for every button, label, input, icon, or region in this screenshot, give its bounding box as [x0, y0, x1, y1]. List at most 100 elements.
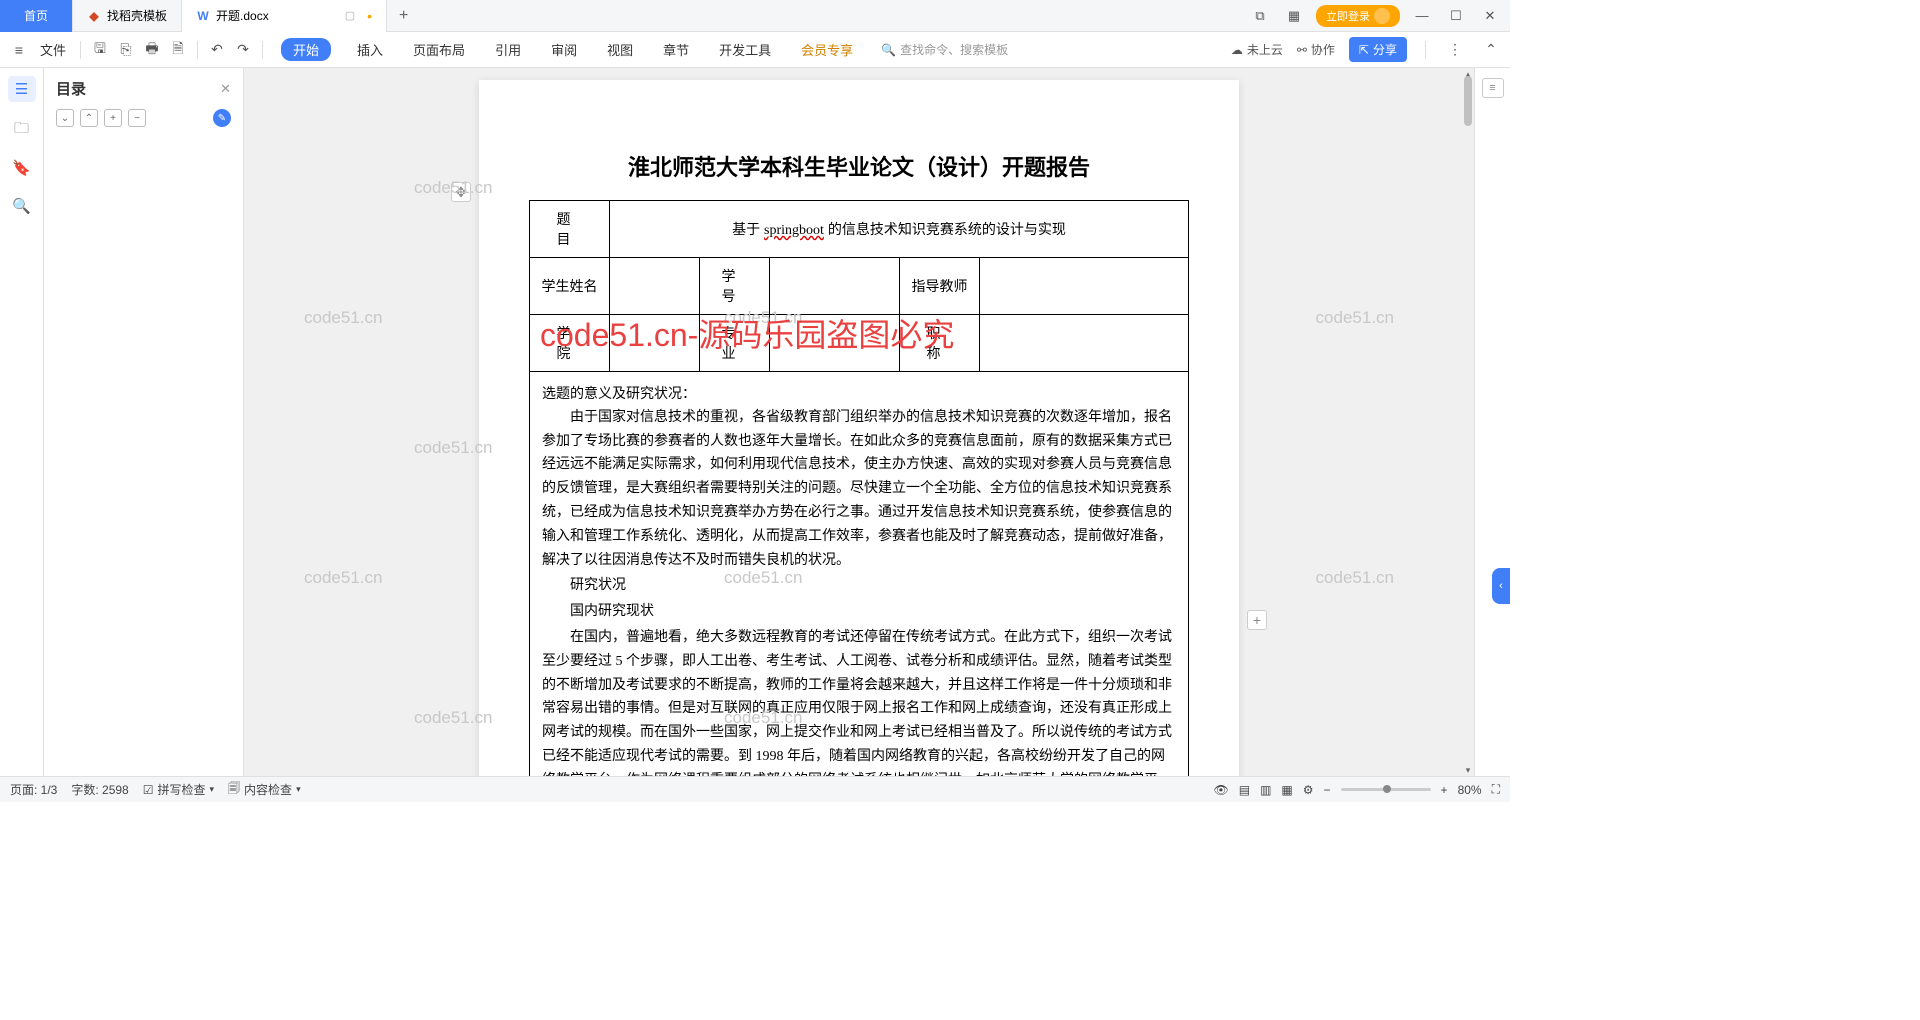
maximize-icon[interactable]: ☐ [1444, 6, 1468, 26]
view-outline-icon[interactable]: ▦ [1281, 783, 1292, 797]
share-label: 分享 [1373, 41, 1397, 58]
zoom-value[interactable]: 80% [1458, 783, 1482, 797]
table-row: 学 院 专 业 职 称 [530, 315, 1189, 372]
vertical-scrollbar[interactable]: ▴ ▾ [1462, 68, 1474, 776]
expand-all-icon[interactable]: ⌃ [80, 109, 98, 127]
status-bar: 页面: 1/3 字数: 2598 ☑ 拼写检查 ▾ 🗐 内容检查 ▾ 👁 ▤ ▥… [0, 776, 1510, 802]
menu-review[interactable]: 审阅 [547, 38, 581, 61]
collab-label: 协作 [1311, 41, 1335, 58]
status-content[interactable]: 🗐 内容检查 ▾ [228, 779, 301, 800]
minimize-icon[interactable]: — [1410, 6, 1434, 26]
share-button[interactable]: ⇱ 分享 [1349, 37, 1407, 62]
tab-template-label: 找稻壳模板 [107, 7, 167, 24]
cell-major-value [770, 315, 900, 372]
scroll-down-icon[interactable]: ▾ [1462, 764, 1474, 776]
separator [262, 41, 263, 59]
saveas-icon[interactable]: ⎘ [115, 39, 137, 61]
collapse-all-icon[interactable]: ⌄ [56, 109, 74, 127]
close-icon[interactable]: ✕ [1478, 6, 1502, 26]
collapse-icon[interactable]: ⌃ [1480, 39, 1502, 61]
tab-document-label: 开题.docx [216, 7, 269, 24]
menu-icon[interactable]: ≡ [8, 39, 30, 61]
menu-insert[interactable]: 插入 [353, 38, 387, 61]
separator [1425, 41, 1426, 59]
tab-document[interactable]: W 开题.docx ▢ • [182, 0, 387, 32]
cell-student-id-label: 学 号 [700, 258, 770, 315]
menu-layout[interactable]: 页面布局 [409, 38, 469, 61]
table-row: 选题的意义及研究状况： 由于国家对信息技术的重视，各省级教育部门组织举办的信息技… [530, 372, 1189, 777]
tab-template[interactable]: ◆ 找稻壳模板 [73, 0, 182, 32]
right-rail: ≡ [1474, 68, 1510, 776]
outline-icon[interactable]: ☰ [8, 76, 36, 102]
bookmark-icon[interactable]: 🔖 [12, 158, 32, 178]
body-subheading: 研究状况 [542, 574, 1176, 598]
redo-icon[interactable]: ↷ [232, 39, 254, 61]
new-tab-button[interactable]: + [387, 7, 420, 25]
search-panel-icon[interactable]: 🔍 [12, 196, 32, 216]
cloud-status[interactable]: ☁ 未上云 [1231, 41, 1283, 58]
body-subheading: 国内研究现状 [542, 600, 1176, 624]
body-paragraph: 在国内，普遍地看，绝大多数远程教育的考试还停留在传统考试方式。在此方式下，组织一… [542, 626, 1176, 776]
layout1-icon[interactable]: ⧉ [1248, 6, 1272, 26]
file-menu[interactable]: 文件 [34, 40, 72, 59]
table-handle-icon[interactable]: ✥ [451, 182, 471, 202]
menu-vip[interactable]: 会员专享 [797, 38, 857, 61]
cell-title-value [980, 315, 1189, 372]
cell-topic-label: 题 目 [530, 201, 610, 258]
outline-panel: 目录 ✕ ⌄ ⌃ + − ✎ [44, 68, 244, 776]
menu-start[interactable]: 开始 [281, 38, 331, 61]
outline-close-icon[interactable]: ✕ [220, 81, 231, 97]
left-rail: ☰ 🗀 🔖 🔍 [0, 68, 44, 776]
login-button[interactable]: 立即登录 [1316, 5, 1400, 27]
command-search[interactable]: 🔍 查找命令、搜索模板 [881, 41, 1008, 58]
zoom-slider[interactable] [1341, 788, 1431, 791]
more-icon[interactable]: ⋮ [1444, 39, 1466, 61]
outline-tools: ⌄ ⌃ + − ✎ [56, 109, 231, 127]
cell-advisor-label: 指导教师 [900, 258, 980, 315]
cloud-label-text: 未上云 [1247, 41, 1283, 58]
view-reading-icon[interactable]: 👁 [1214, 783, 1229, 797]
print-icon[interactable]: 🖶 [141, 39, 163, 61]
zoom-out-icon[interactable]: − [1324, 783, 1331, 797]
table-add-icon[interactable]: + [1247, 610, 1267, 630]
scroll-thumb[interactable] [1464, 76, 1472, 126]
table-row: 学生姓名 学 号 指导教师 [530, 258, 1189, 315]
cell-college-value [610, 315, 700, 372]
apps-icon[interactable]: ▦ [1282, 6, 1306, 26]
clipboard-icon[interactable]: 🗀 [12, 120, 32, 140]
view-page-icon[interactable]: ▤ [1239, 783, 1250, 797]
menu-tabs: 开始 插入 页面布局 引用 审阅 视图 章节 开发工具 会员专享 [281, 38, 857, 61]
add-icon[interactable]: + [104, 109, 122, 127]
undo-icon[interactable]: ↶ [206, 39, 228, 61]
view-web-icon[interactable]: ▥ [1260, 783, 1271, 797]
collab-button[interactable]: ⚯ 协作 [1297, 41, 1335, 58]
menu-view[interactable]: 视图 [603, 38, 637, 61]
separator [80, 41, 81, 59]
status-page[interactable]: 页面: 1/3 [10, 781, 57, 798]
settings-icon[interactable]: ⚙ [1303, 783, 1314, 797]
menu-dev[interactable]: 开发工具 [715, 38, 775, 61]
panel-toggle-icon[interactable]: ≡ [1482, 78, 1504, 98]
fullscreen-icon[interactable]: ⛶ [1492, 782, 1500, 797]
menu-chapter[interactable]: 章节 [659, 38, 693, 61]
cell-major-label: 专 业 [700, 315, 770, 372]
save-icon[interactable]: 🖫 [89, 39, 111, 61]
zoom-thumb[interactable] [1383, 785, 1391, 793]
document-viewport[interactable]: code51.cn code51.cn code51.cn code51.cn … [244, 68, 1474, 776]
ribbon: ≡ 文件 🖫 ⎘ 🖶 🗎 ↶ ↷ 开始 插入 页面布局 引用 审阅 视图 章节 … [0, 32, 1510, 68]
status-words[interactable]: 字数: 2598 [71, 781, 128, 798]
preview-icon[interactable]: 🗎 [167, 39, 189, 61]
menu-reference[interactable]: 引用 [491, 38, 525, 61]
outline-title: 目录 [56, 78, 86, 99]
edit-icon[interactable]: ✎ [213, 109, 231, 127]
tab-modified-dot: • [367, 8, 372, 24]
side-tab[interactable]: ‹ [1492, 568, 1510, 604]
cell-student-name-value [610, 258, 700, 315]
check-icon: ☑ [143, 783, 154, 797]
zoom-in-icon[interactable]: + [1441, 783, 1448, 797]
cell-title-label: 职 称 [900, 315, 980, 372]
tab-home[interactable]: 首页 [0, 0, 73, 32]
cell-advisor-value [980, 258, 1189, 315]
status-spell[interactable]: ☑ 拼写检查 ▾ [143, 781, 214, 798]
remove-icon[interactable]: − [128, 109, 146, 127]
